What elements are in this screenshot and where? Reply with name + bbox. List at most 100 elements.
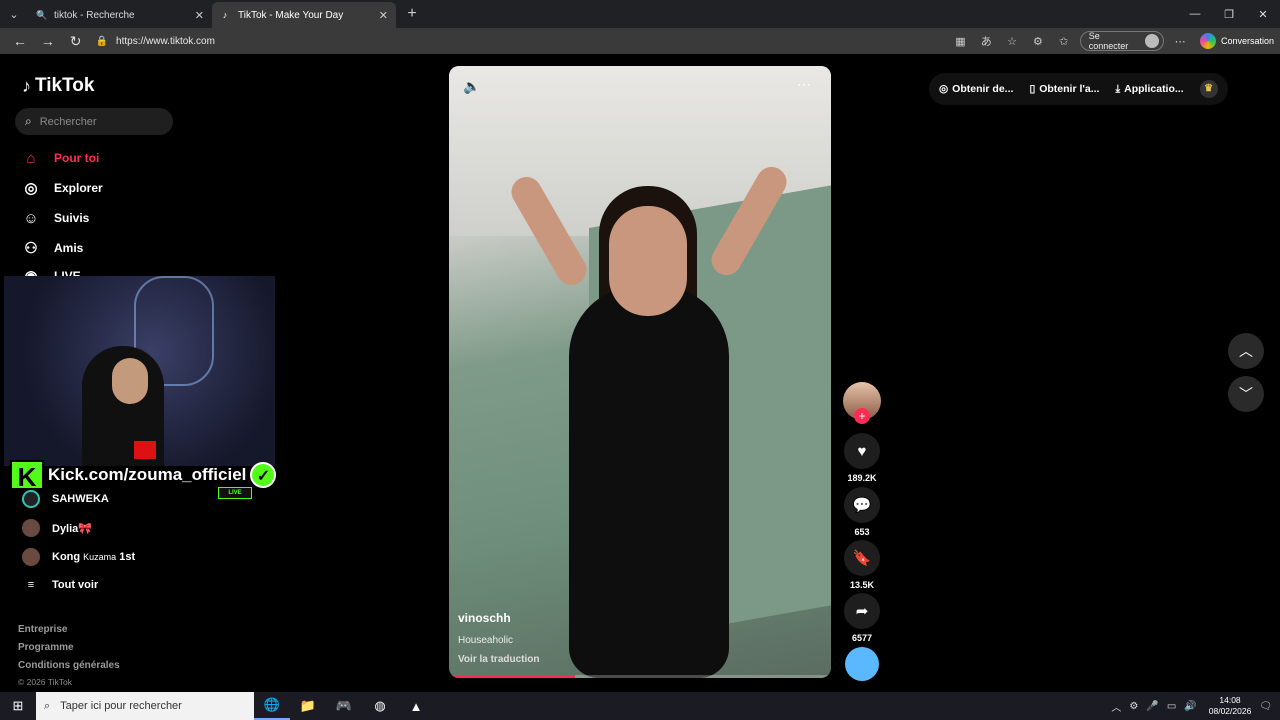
- download-icon: ⤓: [1115, 82, 1121, 95]
- music-disc-icon[interactable]: [845, 647, 879, 681]
- share-icon[interactable]: ➦: [844, 593, 880, 629]
- more-options-icon[interactable]: ⋯: [797, 76, 811, 93]
- follow-plus-icon[interactable]: +: [854, 408, 870, 424]
- search-icon: ⌕: [44, 699, 51, 712]
- save-action[interactable]: 🔖 13.5K: [843, 540, 881, 590]
- following-account[interactable]: SAHWEKA: [22, 490, 109, 508]
- search-icon: ⌕: [25, 114, 32, 128]
- mute-icon[interactable]: 🔈: [463, 78, 480, 95]
- nav-item-explorer[interactable]: ◎ Explorer: [22, 179, 102, 197]
- footer-link-conditions[interactable]: Conditions générales: [18, 660, 120, 671]
- taskbar-search-input[interactable]: ⌕ Taper ici pour rechercher: [36, 692, 254, 720]
- nav-label: Suivis: [54, 211, 90, 225]
- coin-icon: ◎: [939, 83, 949, 95]
- list-icon: ≡: [27, 579, 35, 591]
- copilot-icon: [1200, 33, 1216, 49]
- compass-icon: ◎: [24, 180, 38, 197]
- profile-avatar-icon[interactable]: ♛: [1199, 80, 1218, 98]
- kick-url: Kick.com/zouma_officiel: [48, 465, 247, 484]
- url-field[interactable]: 🔒 https://www.tiktok.com: [96, 31, 947, 51]
- favorites-icon[interactable]: ✩: [1054, 35, 1074, 48]
- comment-action[interactable]: 💬 653: [843, 487, 881, 537]
- video-description: Houseaholic: [458, 635, 514, 646]
- get-app-button[interactable]: ▯ Obtenir l'a...: [1029, 83, 1099, 95]
- chevron-up-icon: ︿: [1239, 343, 1253, 359]
- next-video-button[interactable]: ﹀: [1228, 376, 1264, 412]
- favorite-star-icon[interactable]: ☆: [1002, 35, 1022, 48]
- notifications-icon[interactable]: 🗨: [1259, 701, 1272, 712]
- previous-video-button[interactable]: ︿: [1228, 333, 1264, 369]
- minimize-icon[interactable]: —: [1178, 8, 1212, 21]
- account-name-extra: 1st: [119, 551, 136, 563]
- refresh-icon[interactable]: ↻: [62, 33, 90, 50]
- heart-icon[interactable]: ♥: [844, 433, 880, 469]
- discord-icon[interactable]: 🎮: [326, 692, 362, 720]
- back-icon[interactable]: ←: [6, 33, 34, 49]
- like-action[interactable]: ♥ 189.2K: [843, 433, 881, 483]
- nav-item-suivis[interactable]: ☺ Suivis: [22, 209, 89, 227]
- see-translation-link[interactable]: Voir la traduction: [458, 654, 540, 665]
- new-tab-icon[interactable]: +: [400, 5, 424, 23]
- app-available-icon[interactable]: ▦: [950, 35, 970, 48]
- share-action[interactable]: ➦ 6577: [843, 593, 881, 643]
- app-icon[interactable]: ▲: [398, 692, 434, 720]
- volume-icon[interactable]: 🔊: [1184, 701, 1196, 712]
- see-all-link[interactable]: ≡ Tout voir: [22, 579, 98, 591]
- avatar: [22, 490, 40, 508]
- tiktok-logo[interactable]: ♪ TikTok: [22, 75, 94, 97]
- close-tab-icon[interactable]: ✕: [379, 9, 388, 22]
- top-actions: ◎ Obtenir de... ▯ Obtenir l'a... ⤓ Appli…: [929, 73, 1228, 105]
- share-count: 6577: [851, 633, 873, 643]
- following-account[interactable]: Dylia🎀: [22, 519, 92, 537]
- search-input[interactable]: ⌕ Rechercher: [15, 108, 173, 135]
- footer-link-programme[interactable]: Programme: [18, 642, 74, 653]
- footer-link-entreprise[interactable]: Entreprise: [18, 624, 67, 635]
- get-coins-button[interactable]: ◎ Obtenir de...: [939, 83, 1013, 95]
- account-name: Dylia🎀: [52, 522, 92, 535]
- more-menu-icon[interactable]: ⋯: [1170, 35, 1190, 48]
- obs-icon[interactable]: ◍: [362, 692, 398, 720]
- account-name-main: Kong: [52, 551, 81, 563]
- restore-icon[interactable]: ❐: [1212, 8, 1246, 21]
- clock-time: 14:08: [1219, 695, 1241, 705]
- extensions-icon[interactable]: ⚙: [1028, 35, 1048, 48]
- account-name: SAHWEKA: [52, 493, 109, 505]
- phone-icon: ▯: [1029, 83, 1036, 95]
- file-explorer-icon[interactable]: 📁: [290, 692, 326, 720]
- browser-tab-tiktok[interactable]: ♪ TikTok - Make Your Day ✕: [212, 2, 396, 28]
- window-controls: — ❐ ✕: [1178, 8, 1280, 21]
- close-window-icon[interactable]: ✕: [1246, 8, 1280, 21]
- sign-in-button[interactable]: Se connecter: [1079, 31, 1165, 51]
- clock[interactable]: 14:08 08/02/2026: [1209, 695, 1252, 717]
- network-icon[interactable]: ▭: [1167, 701, 1176, 712]
- desktop-app-button[interactable]: ⤓ Applicatio...: [1115, 83, 1183, 96]
- browser-tab-search[interactable]: 🔍 tiktok - Recherche ✕: [28, 2, 212, 28]
- forward-icon[interactable]: →: [34, 33, 62, 49]
- windows-start-icon[interactable]: ⊞: [0, 698, 36, 714]
- tab-actions-icon[interactable]: ⌄: [0, 0, 28, 28]
- creator-avatar[interactable]: +: [843, 382, 881, 424]
- taskbar-search-placeholder: Taper ici pour rechercher: [60, 700, 182, 712]
- edge-icon[interactable]: 🌐: [254, 692, 290, 720]
- video-progress-bar[interactable]: [449, 675, 831, 678]
- home-icon: ⌂: [26, 149, 36, 167]
- nav-item-pour-toi[interactable]: ⌂ Pour toi: [22, 149, 99, 167]
- comment-count: 653: [854, 527, 870, 537]
- tray-chevron-icon[interactable]: ︿: [1111, 699, 1121, 714]
- avatar: [22, 519, 40, 537]
- video-player[interactable]: 🔈 ⋯ vinoschh Houseaholic Voir la traduct…: [449, 66, 831, 678]
- microphone-icon[interactable]: 🎤: [1146, 701, 1158, 712]
- nav-item-amis[interactable]: ⚇ Amis: [22, 239, 83, 257]
- nav-label: Amis: [54, 241, 84, 255]
- copilot-button[interactable]: Conversation: [1200, 33, 1274, 49]
- tray-app-icon[interactable]: ⚙: [1129, 701, 1138, 712]
- close-tab-icon[interactable]: ✕: [195, 9, 204, 22]
- comment-icon[interactable]: 💬: [844, 487, 880, 523]
- search-placeholder: Rechercher: [39, 115, 97, 128]
- video-username[interactable]: vinoschh: [458, 611, 511, 625]
- save-count: 13.5K: [849, 580, 875, 590]
- following-account[interactable]: Kong Kuzama 1st: [22, 548, 135, 566]
- translate-icon[interactable]: あ: [976, 33, 996, 49]
- lock-icon[interactable]: 🔒: [96, 36, 108, 47]
- bookmark-icon[interactable]: 🔖: [844, 540, 880, 576]
